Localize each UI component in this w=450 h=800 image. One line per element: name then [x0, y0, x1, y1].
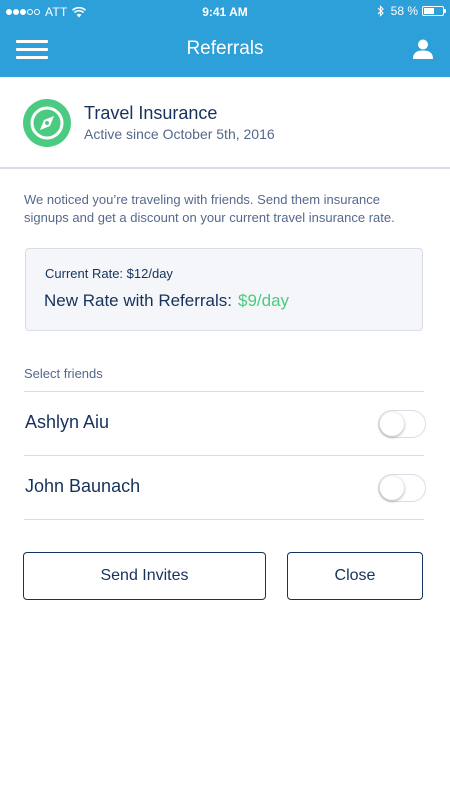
friend-row[interactable]: John Baunach [24, 456, 426, 520]
navigation-bar: Referrals [0, 24, 450, 77]
new-rate-label: New Rate with Referrals: [44, 291, 233, 310]
battery-icon [422, 6, 446, 16]
toggle-knob [380, 412, 404, 436]
friend-row[interactable]: Ashlyn Aiu [24, 392, 426, 456]
new-rate: New Rate with Referrals: $9/day [44, 291, 289, 311]
referral-notice: We noticed you’re traveling with friends… [24, 192, 395, 225]
policy-title: Travel Insurance [84, 103, 218, 123]
status-bar: ATT 9:41 AM 58 % [0, 0, 450, 24]
close-button[interactable]: Close [287, 552, 423, 600]
toggle-knob [380, 476, 404, 500]
policy-header: Travel Insurance Active since October 5t… [0, 77, 450, 169]
policy-subtitle: Active since October 5th, 2016 [84, 126, 275, 142]
current-rate-value: $12/day [126, 266, 173, 281]
page-title: Referrals [186, 38, 264, 59]
compass-icon [23, 99, 71, 147]
friend-toggle[interactable] [378, 474, 426, 502]
battery-percentage: 58 % [390, 4, 418, 18]
current-rate: Current Rate: $12/day [45, 266, 173, 281]
user-icon[interactable] [412, 38, 434, 60]
friends-list: Ashlyn Aiu John Baunach [24, 391, 426, 520]
friend-name: John Baunach [25, 476, 141, 496]
friend-name: Ashlyn Aiu [25, 412, 110, 432]
new-rate-value: $9/day [238, 291, 290, 310]
friend-toggle[interactable] [378, 410, 426, 438]
send-invites-button[interactable]: Send Invites [23, 552, 266, 600]
rate-summary: Current Rate: $12/day New Rate with Refe… [25, 248, 423, 331]
select-friends-label: Select friends [24, 366, 103, 381]
bluetooth-icon [377, 5, 384, 17]
top-bar: ATT 9:41 AM 58 % Referrals [0, 0, 450, 77]
current-rate-label: Current Rate: [45, 266, 124, 281]
